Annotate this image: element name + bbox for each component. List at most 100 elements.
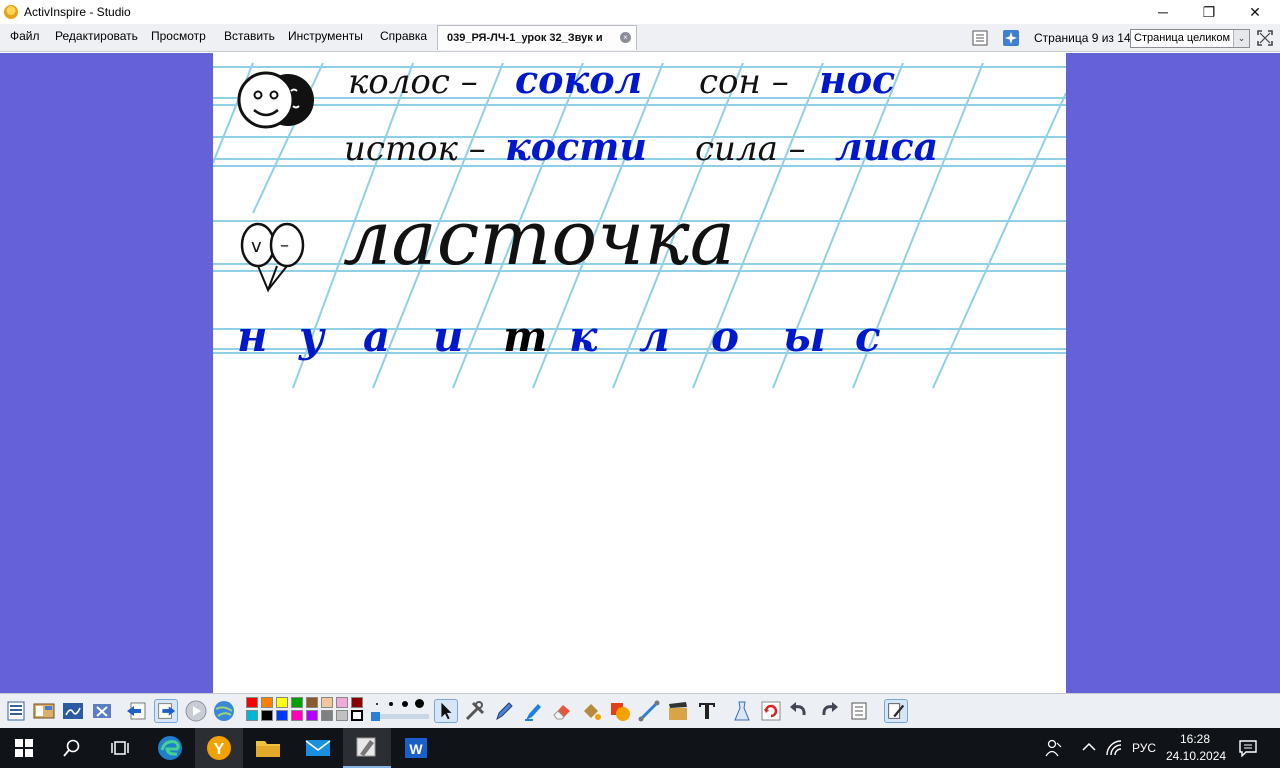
menu-view[interactable]: Просмотр bbox=[151, 29, 206, 43]
eraser-icon[interactable] bbox=[550, 699, 574, 723]
language-indicator[interactable]: РУС bbox=[1132, 741, 1156, 755]
undo-icon[interactable] bbox=[787, 699, 811, 723]
pen-width-slider[interactable] bbox=[371, 712, 429, 721]
word-kolos: колос – bbox=[348, 62, 478, 102]
next-page-icon[interactable] bbox=[154, 699, 178, 723]
task-view-button[interactable] bbox=[96, 728, 144, 768]
taskbar-explorer[interactable] bbox=[244, 728, 292, 768]
word-son: сон – bbox=[699, 62, 789, 102]
scheme-unstressed-mark: – bbox=[280, 235, 289, 256]
main-toolbox bbox=[0, 693, 1280, 728]
color-swatch[interactable] bbox=[291, 710, 303, 721]
menu-tools[interactable]: Инструменты bbox=[288, 29, 363, 43]
wifi-icon[interactable] bbox=[1105, 739, 1123, 757]
menu-insert[interactable]: Вставить bbox=[224, 29, 275, 43]
word-lastochka: ласточка bbox=[343, 193, 735, 282]
color-swatch[interactable] bbox=[306, 697, 318, 708]
clock-time[interactable]: 16:28 bbox=[1180, 732, 1210, 746]
tools-icon[interactable] bbox=[463, 699, 487, 723]
color-swatch[interactable] bbox=[276, 710, 288, 721]
pin-toolbox-icon[interactable] bbox=[884, 699, 908, 723]
clear-icon[interactable] bbox=[730, 699, 754, 723]
edge-browser-icon bbox=[158, 736, 182, 760]
page-background-icon[interactable] bbox=[1002, 29, 1020, 47]
flipchart-page[interactable]: колос – сокол сон – нос исток – кости си… bbox=[213, 53, 1066, 693]
minimize-button[interactable]: ─ bbox=[1140, 0, 1186, 24]
pen-width-2[interactable] bbox=[389, 702, 393, 706]
start-button[interactable] bbox=[0, 728, 48, 768]
folder-icon bbox=[256, 741, 280, 757]
shape-icon[interactable] bbox=[608, 699, 632, 723]
highlighter-icon[interactable] bbox=[521, 699, 545, 723]
redo-icon[interactable] bbox=[817, 699, 841, 723]
main-menu-icon[interactable] bbox=[4, 699, 28, 723]
color-swatch[interactable] bbox=[321, 710, 333, 721]
syllable-scheme-icon: v – bbox=[240, 222, 305, 293]
menu-help[interactable]: Справка bbox=[380, 29, 427, 43]
letter-4: и bbox=[433, 312, 464, 361]
color-swatch[interactable] bbox=[261, 710, 273, 721]
taskbar-mail[interactable] bbox=[294, 728, 342, 768]
color-swatch[interactable] bbox=[261, 697, 273, 708]
restore-button[interactable]: ❐ bbox=[1186, 0, 1232, 24]
color-swatch[interactable] bbox=[291, 697, 303, 708]
connector-icon[interactable] bbox=[637, 699, 661, 723]
letter-3: а bbox=[363, 312, 390, 361]
pen-width-4[interactable] bbox=[415, 699, 424, 708]
fill-icon[interactable] bbox=[579, 699, 603, 723]
taskbar-yandex[interactable]: Y bbox=[195, 728, 243, 768]
word-nos: нос bbox=[819, 57, 895, 102]
word-lisa: лиса bbox=[835, 124, 938, 169]
zoom-select-value: Страница целиком bbox=[1134, 32, 1231, 44]
text-tool-icon[interactable] bbox=[695, 699, 719, 723]
menu-file[interactable]: Файл bbox=[10, 29, 40, 43]
color-swatch[interactable] bbox=[246, 710, 258, 721]
browsers-icon[interactable] bbox=[32, 699, 56, 723]
word-sokol: сокол bbox=[515, 57, 642, 102]
flipchart-icon[interactable] bbox=[61, 699, 85, 723]
clapperboard-icon[interactable] bbox=[666, 699, 690, 723]
document-tab-label: 039_РЯ-ЛЧ-1_урок 32_Звук и bbox=[447, 32, 603, 44]
chevron-up-icon[interactable] bbox=[1082, 741, 1096, 753]
people-icon[interactable] bbox=[1044, 739, 1062, 757]
svg-text:Y: Y bbox=[214, 741, 225, 758]
page-list-icon[interactable] bbox=[847, 699, 871, 723]
web-browser-icon[interactable] bbox=[212, 699, 236, 723]
page-sorter-icon[interactable] bbox=[971, 29, 989, 47]
taskbar-activinspire[interactable] bbox=[343, 728, 391, 768]
edit-profiles-icon[interactable] bbox=[90, 699, 114, 723]
color-swatch[interactable] bbox=[351, 710, 363, 721]
pen-width-slider-thumb[interactable] bbox=[371, 712, 380, 721]
close-tab-icon[interactable]: × bbox=[620, 32, 631, 43]
yandex-browser-icon: Y bbox=[207, 736, 231, 760]
color-swatch[interactable] bbox=[246, 697, 258, 708]
color-swatch[interactable] bbox=[321, 697, 333, 708]
color-swatch[interactable] bbox=[351, 697, 363, 708]
notifications-icon[interactable] bbox=[1238, 739, 1258, 757]
previous-page-icon[interactable] bbox=[125, 699, 149, 723]
taskbar-word[interactable]: W bbox=[392, 728, 440, 768]
pen-width-1[interactable] bbox=[376, 703, 378, 705]
search-button[interactable] bbox=[48, 728, 96, 768]
task-view-icon bbox=[111, 741, 129, 755]
pen-icon[interactable] bbox=[492, 699, 516, 723]
letter-6: к bbox=[569, 312, 598, 361]
select-cursor-icon[interactable] bbox=[434, 699, 458, 723]
color-swatch[interactable] bbox=[306, 710, 318, 721]
chevron-down-icon[interactable]: ⌄ bbox=[1233, 30, 1249, 47]
color-swatch[interactable] bbox=[336, 697, 348, 708]
svg-text:W: W bbox=[409, 741, 423, 757]
play-icon[interactable] bbox=[184, 699, 208, 723]
menu-edit[interactable]: Редактировать bbox=[55, 29, 138, 43]
color-swatch[interactable] bbox=[276, 697, 288, 708]
letter-8: о bbox=[711, 312, 739, 361]
zoom-select[interactable]: Страница целиком ⌄ bbox=[1130, 29, 1250, 48]
document-tab[interactable]: 039_РЯ-ЛЧ-1_урок 32_Звук и × bbox=[437, 25, 637, 50]
clock-date[interactable]: 24.10.2024 bbox=[1166, 749, 1226, 763]
color-swatch[interactable] bbox=[336, 710, 348, 721]
fullscreen-icon[interactable] bbox=[1256, 29, 1274, 47]
taskbar-edge[interactable] bbox=[146, 728, 194, 768]
reset-page-icon[interactable] bbox=[759, 699, 783, 723]
close-button[interactable]: ✕ bbox=[1232, 0, 1278, 24]
pen-width-3[interactable] bbox=[402, 701, 408, 707]
